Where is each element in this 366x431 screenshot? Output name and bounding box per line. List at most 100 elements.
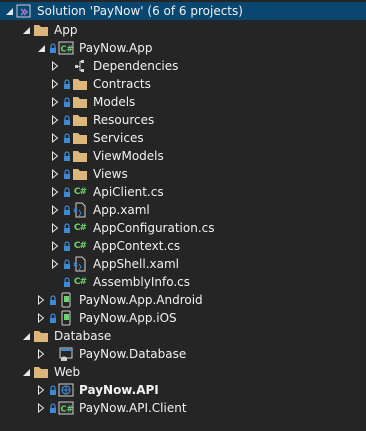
folder-icon [72,130,88,146]
lock-icon [62,131,72,145]
expander-right-icon[interactable] [48,131,62,145]
mobile-project-icon [58,292,74,308]
project-label: PayNow.App.Android [79,293,203,307]
expander-down-icon[interactable] [2,4,16,18]
csharp-project-icon: C# [58,40,74,56]
folder-resources[interactable]: Resources [0,111,366,129]
project-label: PayNow.App.iOS [79,311,177,325]
expander-right-icon[interactable] [34,311,48,325]
folder-database[interactable]: Database [0,327,366,345]
project-paynow-app-android[interactable]: PayNow.App.Android [0,291,366,309]
lock-icon [48,293,58,307]
dependencies-icon [72,58,88,74]
expander-right-icon[interactable] [48,167,62,181]
folder-icon [72,76,88,92]
solution-label: Solution 'PayNow' (6 of 6 projects) [37,4,243,18]
csharp-file-icon: C# [73,223,87,233]
expander-down-icon[interactable] [19,329,33,343]
expander-right-icon[interactable] [48,221,62,235]
node-dependencies[interactable]: Dependencies [0,57,366,75]
web-project-icon [58,382,74,398]
csharp-file-icon: C# [73,277,87,287]
lock-icon [62,257,72,271]
file-appcontext-cs[interactable]: C# AppContext.cs [0,237,366,255]
expander-right-icon[interactable] [48,257,62,271]
solution-node[interactable]: Solution 'PayNow' (6 of 6 projects) [0,2,366,20]
node-label: Dependencies [93,59,179,73]
expander-right-icon[interactable] [34,293,48,307]
file-assemblyinfo-cs[interactable]: C# AssemblyInfo.cs [0,273,366,291]
xaml-file-icon [72,256,88,272]
expander-right-icon[interactable] [48,77,62,91]
csharp-project-icon: C# [58,400,74,416]
expander-right-icon[interactable] [48,203,62,217]
file-label: App.xaml [93,203,150,217]
project-label: PayNow.App [79,41,153,55]
visual-studio-solution-icon [16,3,32,19]
lock-icon [62,221,72,235]
solution-explorer-tree: Solution 'PayNow' (6 of 6 projects) App … [0,0,366,431]
folder-label: Contracts [93,77,151,91]
file-appconfiguration-cs[interactable]: C# AppConfiguration.cs [0,219,366,237]
expander-right-icon[interactable] [48,239,62,253]
expander-right-icon[interactable] [48,149,62,163]
lock-icon [62,239,72,253]
file-label: AppConfiguration.cs [93,221,215,235]
csharp-file-icon: C# [73,241,87,251]
project-paynow-api-client[interactable]: C# PayNow.API.Client [0,399,366,417]
folder-label: Models [93,95,136,109]
folder-icon [72,148,88,164]
folder-label: Services [93,131,144,145]
lock-icon [62,275,72,289]
project-paynow-app[interactable]: C# PayNow.App [0,39,366,57]
lock-icon [62,77,72,91]
file-apiclient-cs[interactable]: C# ApiClient.cs [0,183,366,201]
folder-label: Resources [93,113,155,127]
file-label: ApiClient.cs [93,185,164,199]
expander-down-icon[interactable] [34,41,48,55]
folder-web[interactable]: Web [0,363,366,381]
lock-icon [62,185,72,199]
folder-app[interactable]: App [0,21,366,39]
lock-icon [48,41,58,55]
expander-right-icon[interactable] [48,185,62,199]
folder-models[interactable]: Models [0,93,366,111]
csharp-file-icon: C# [73,187,87,197]
file-label: AppContext.cs [93,239,181,253]
mobile-project-icon [58,310,74,326]
folder-icon [33,328,49,344]
xaml-file-icon [72,202,88,218]
lock-icon [48,383,58,397]
project-paynow-app-ios[interactable]: PayNow.App.iOS [0,309,366,327]
project-paynow-api[interactable]: PayNow.API [0,381,366,399]
project-label: PayNow.API.Client [79,401,187,415]
lock-icon [48,311,58,325]
expander-right-icon[interactable] [34,383,48,397]
expander-down-icon[interactable] [19,365,33,379]
expander-right-icon[interactable] [48,59,62,73]
lock-icon [62,167,72,181]
expander-right-icon[interactable] [48,95,62,109]
svg-text:C#: C# [61,45,74,54]
project-label: PayNow.Database [79,347,187,361]
folder-icon [33,364,49,380]
expander-right-icon[interactable] [48,113,62,127]
file-app-xaml[interactable]: App.xaml [0,201,366,219]
file-label: AppShell.xaml [93,257,180,271]
folder-viewmodels[interactable]: ViewModels [0,147,366,165]
file-appshell-xaml[interactable]: AppShell.xaml [0,255,366,273]
expander-down-icon[interactable] [19,23,33,37]
expander-right-icon[interactable] [34,347,48,361]
folder-views[interactable]: Views [0,165,366,183]
folder-label: Web [54,365,81,379]
folder-icon [72,166,88,182]
project-paynow-database[interactable]: PayNow.Database [0,345,366,363]
folder-icon [72,112,88,128]
folder-services[interactable]: Services [0,129,366,147]
folder-icon [33,22,49,38]
folder-icon [72,94,88,110]
folder-contracts[interactable]: Contracts [0,75,366,93]
expander-right-icon[interactable] [34,401,48,415]
